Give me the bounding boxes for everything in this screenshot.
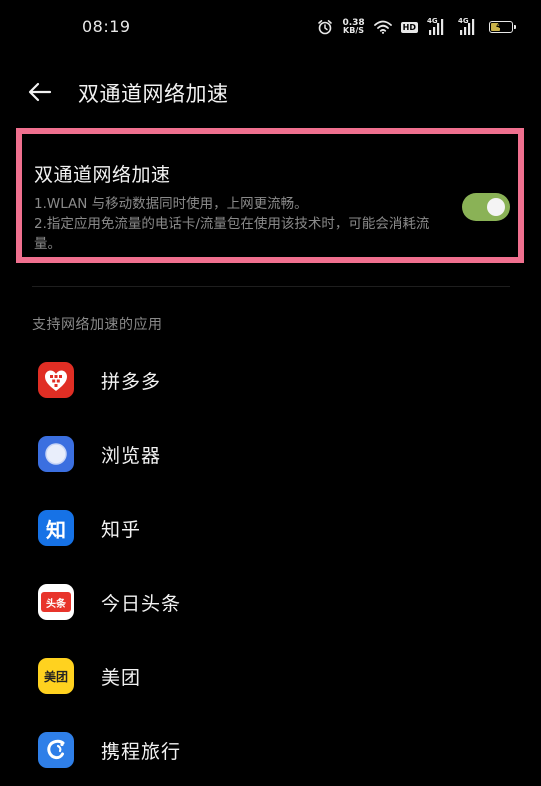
- section-label: 支持网络加速的应用: [32, 317, 163, 333]
- browser-icon: [38, 436, 74, 472]
- battery-level: 48: [496, 22, 506, 30]
- hd-voice-badge: HD: [400, 21, 418, 33]
- zhihu-icon-text: 知: [46, 517, 66, 542]
- feature-description-line2: 2.指定应用免流量的电话卡/流量包在使用该技术时，可能会消耗流量。: [34, 216, 430, 252]
- feature-description-line1: 1.WLAN 与移动数据同时使用，上网更流畅。: [34, 196, 308, 212]
- meituan-icon-text: 美团: [43, 669, 68, 684]
- back-arrow-icon[interactable]: [26, 78, 54, 106]
- status-icons: 0.38 KB/S HD 4G 4G 48: [317, 16, 516, 38]
- list-item-toutiao[interactable]: 头条 今日头条: [0, 564, 541, 638]
- meituan-icon: 美团: [38, 658, 74, 694]
- app-name: 拼多多: [101, 371, 162, 393]
- app-name: 美团: [101, 667, 142, 689]
- zhihu-icon: 知: [38, 510, 74, 546]
- battery-icon: 48: [489, 21, 516, 33]
- net-speed-unit: KB/S: [343, 26, 365, 35]
- status-time: 08:19: [82, 17, 131, 36]
- list-item-meituan[interactable]: 美团 美团: [0, 638, 541, 712]
- list-item-browser[interactable]: 浏览器: [0, 416, 541, 490]
- divider: [32, 286, 510, 287]
- net-speed: 0.38 KB/S: [342, 19, 364, 35]
- pinduoduo-icon: [38, 362, 74, 398]
- status-bar: 08:19 0.38 KB/S HD 4G 4G 48: [0, 0, 541, 56]
- list-item-zhihu[interactable]: 知 知乎: [0, 490, 541, 564]
- sim1-signal-icon: 4G: [427, 18, 449, 36]
- feature-title: 双通道网络加速: [34, 164, 171, 186]
- app-name: 浏览器: [101, 445, 162, 467]
- toutiao-icon: 头条: [38, 584, 74, 620]
- sim2-signal-icon: 4G: [458, 18, 480, 36]
- list-item-ctrip[interactable]: 携程旅行: [0, 712, 541, 786]
- app-name: 今日头条: [101, 593, 182, 615]
- acceleration-toggle[interactable]: [462, 193, 510, 221]
- feature-description: 1.WLAN 与移动数据同时使用，上网更流畅。 2.指定应用免流量的电话卡/流量…: [34, 194, 444, 254]
- toggle-knob: [487, 198, 505, 216]
- wifi-icon: [373, 20, 392, 34]
- app-name: 携程旅行: [101, 741, 182, 763]
- alarm-icon: [318, 20, 333, 35]
- page-title: 双通道网络加速: [78, 82, 229, 106]
- header: 双通道网络加速: [0, 66, 541, 116]
- app-name: 知乎: [101, 519, 142, 541]
- ctrip-icon: [38, 732, 74, 768]
- dual-channel-acceleration-setting: 双通道网络加速 1.WLAN 与移动数据同时使用，上网更流畅。 2.指定应用免流…: [16, 128, 524, 263]
- toutiao-icon-text: 头条: [46, 598, 66, 610]
- list-item-pinduoduo[interactable]: 拼多多: [0, 342, 541, 416]
